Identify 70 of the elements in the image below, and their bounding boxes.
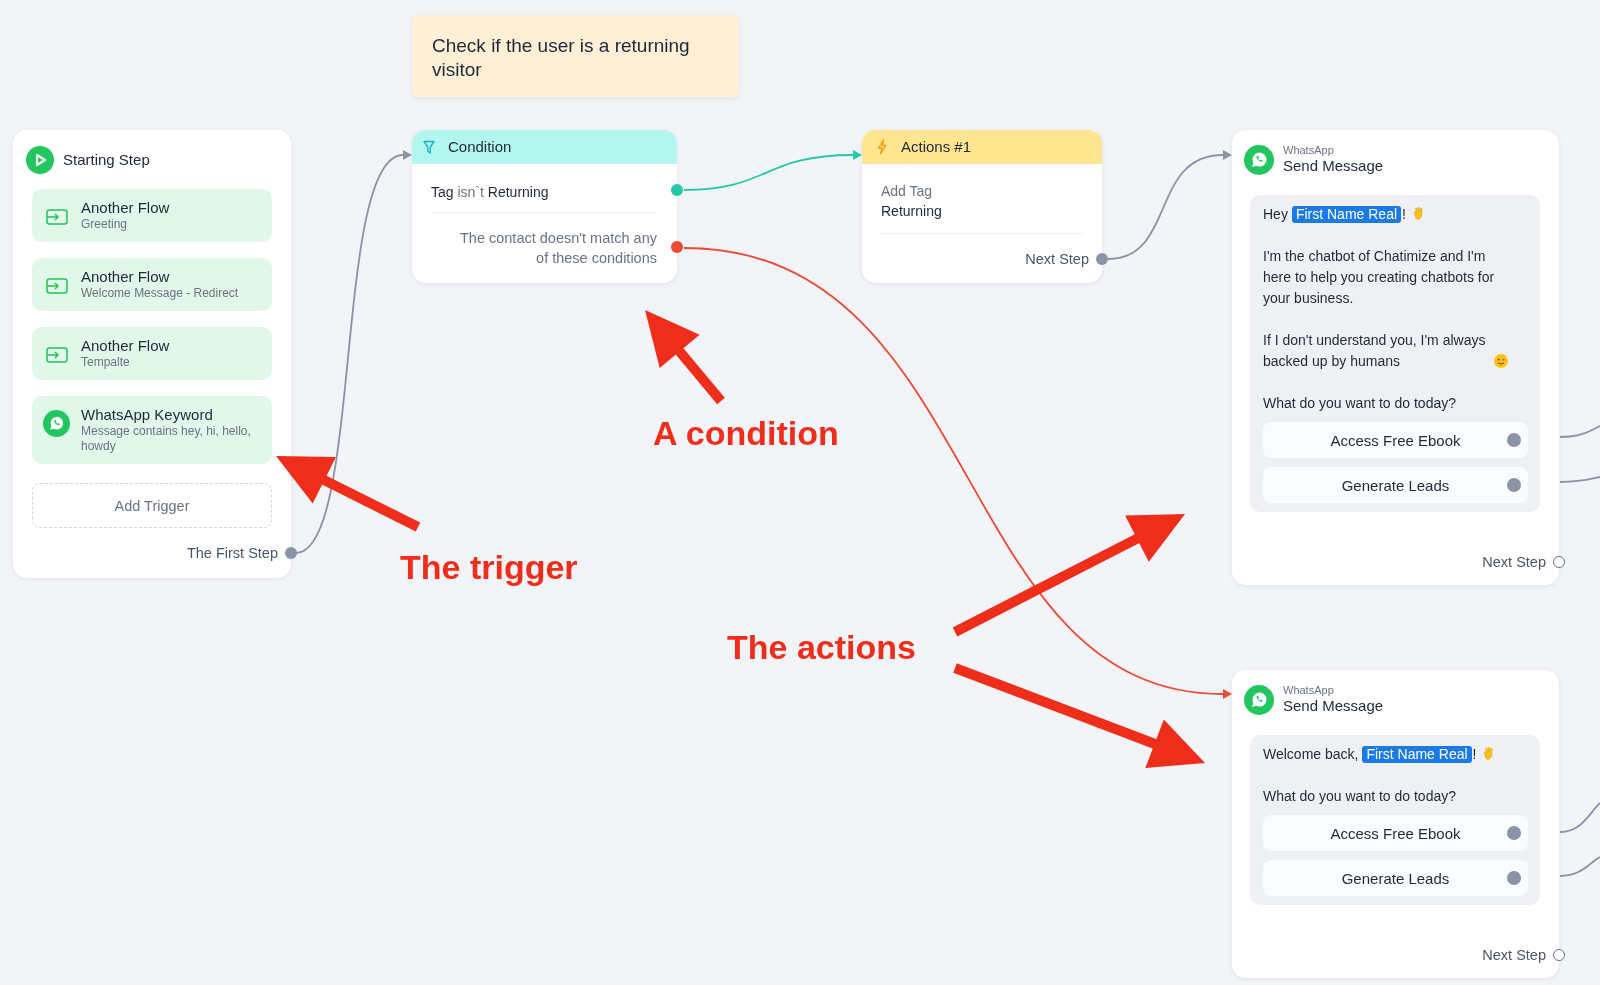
phone-bubble-icon (43, 410, 70, 437)
connector-dot-icon[interactable] (671, 184, 683, 196)
funnel-icon (423, 139, 435, 155)
connector-line (1559, 425, 1600, 438)
message-text: What do you want to do today? (1263, 395, 1456, 411)
condition-fallback: The contact doesn't match any of these conditions (458, 229, 657, 268)
connector-dot-icon[interactable] (1507, 478, 1521, 492)
trigger-title: Another Flow (81, 337, 171, 355)
connector-dot-icon[interactable] (1096, 253, 1108, 265)
arrow-into-box-icon (45, 278, 68, 294)
message-text: ! (1472, 745, 1477, 764)
node-title: Starting Step (63, 151, 150, 169)
node-title: Actions #1 (901, 138, 972, 156)
arrow-into-box-icon (45, 347, 68, 363)
trigger-title: WhatsApp Keyword (81, 406, 214, 424)
output-label: The First Step (186, 544, 278, 562)
play-icon (26, 146, 54, 174)
message-text: Welcome back, (1263, 746, 1359, 762)
phone-bubble-icon (1244, 144, 1274, 175)
arrow-into-box-icon (45, 209, 68, 225)
reply-button[interactable]: Generate Leads (1263, 467, 1528, 503)
connector-line (1559, 476, 1600, 483)
node-title: Send Message (1283, 697, 1384, 715)
action-value: Returning (881, 202, 943, 221)
annotation-label: The trigger (400, 550, 578, 584)
node-title: Condition (448, 138, 512, 156)
message-text: ! (1402, 205, 1406, 224)
connector-dot-icon[interactable] (1507, 433, 1521, 447)
trigger-subtitle: Greeting (81, 217, 129, 232)
connector-line (1559, 802, 1600, 833)
action-label: Add Tag (881, 182, 934, 201)
channel-label: WhatsApp (1283, 684, 1335, 697)
node-title: Send Message (1283, 157, 1384, 175)
connector-dot-icon[interactable] (1507, 826, 1521, 840)
trigger-subtitle: Tempalte (81, 355, 131, 370)
message-text: I'm the chatbot of Chatimize and I'm here to help you creating chatbots for your business. (1263, 248, 1495, 306)
connector-dot-icon[interactable] (1553, 949, 1565, 961)
trigger-item[interactable]: WhatsApp Keyword Message contains hey, hi, hello, howdy (32, 396, 272, 464)
message-text: Hey (1263, 206, 1288, 222)
variable-tag: First Name Real (1291, 206, 1402, 223)
variable-tag: First Name Real (1362, 746, 1472, 763)
reply-button[interactable]: Access Free Ebook (1263, 422, 1528, 458)
sticky-note: Check if the user is a returning visitor (412, 15, 739, 97)
trigger-subtitle: Message contains hey, hi, hello, howdy (81, 424, 252, 454)
reply-button[interactable]: Access Free Ebook (1263, 815, 1528, 851)
trigger-title: Another Flow (81, 199, 171, 217)
connector-dot-icon[interactable] (1553, 556, 1565, 568)
phone-bubble-icon (1244, 684, 1274, 715)
reply-button[interactable]: Generate Leads (1263, 860, 1528, 896)
trigger-item[interactable]: Another Flow Greeting (32, 189, 272, 242)
connector-dot-icon[interactable] (285, 547, 297, 559)
lightning-icon (877, 139, 887, 155)
annotation-label: The actions (727, 630, 916, 664)
message-text: What do you want to do today? (1263, 788, 1456, 804)
trigger-title: Another Flow (81, 268, 171, 286)
trigger-subtitle: Welcome Message - Redirect (81, 286, 240, 301)
add-trigger-button[interactable]: Add Trigger (32, 483, 272, 528)
message-text: If I don't understand you, I'm always backed up by humans (1263, 331, 1487, 371)
output-label: Next Step (1482, 553, 1546, 571)
annotation-label: A condition (653, 416, 839, 450)
output-label: Next Step (1025, 250, 1089, 268)
channel-label: WhatsApp (1283, 144, 1335, 157)
winking-face-icon (1494, 354, 1508, 368)
connector-dot-icon[interactable] (1507, 871, 1521, 885)
connector-line (1559, 856, 1600, 877)
output-label: Next Step (1482, 946, 1546, 964)
condition-rule: Tag isn`t Returning (431, 184, 549, 200)
trigger-item[interactable]: Another Flow Welcome Message - Redirect (32, 258, 272, 311)
trigger-item[interactable]: Another Flow Tempalte (32, 327, 272, 380)
connector-dot-icon[interactable] (671, 241, 683, 253)
